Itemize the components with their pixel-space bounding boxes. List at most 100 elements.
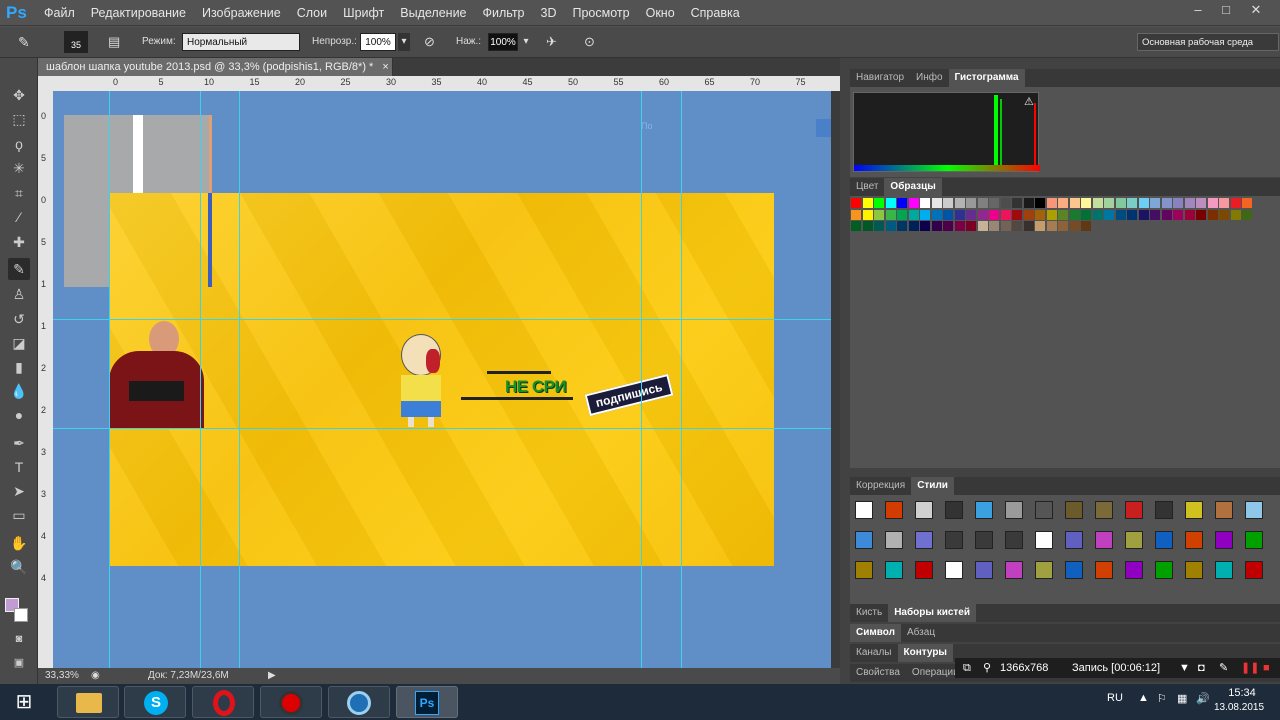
color-swatch[interactable] [1081,209,1091,220]
eraser-tool-icon[interactable]: ◪ [8,332,30,354]
history-brush-tool-icon[interactable]: ↺ [8,308,30,330]
color-swatch[interactable] [966,209,976,220]
guide-horizontal[interactable] [53,428,831,429]
brush-tool-icon-active[interactable]: ✎ [8,258,30,280]
color-swatch[interactable] [874,198,884,208]
tray-arrow-icon[interactable]: ▲ [1138,692,1149,704]
style-preset[interactable] [1035,531,1053,549]
color-swatch[interactable] [1230,209,1241,220]
zoom-tool-icon[interactable]: 🔍 [8,556,30,578]
style-preset[interactable] [885,561,903,579]
color-swatch[interactable] [977,198,988,208]
color-swatch[interactable] [1012,209,1022,220]
color-swatch[interactable] [943,209,953,220]
style-preset[interactable] [915,501,933,519]
volume-icon[interactable]: 🔊 [1196,692,1210,705]
color-swatch[interactable] [1000,221,1011,231]
color-swatch[interactable] [851,198,861,208]
style-preset[interactable] [1185,501,1203,519]
menu-item[interactable]: Фильтр [483,6,525,20]
color-swatch[interactable] [1230,198,1241,208]
color-swatch[interactable] [1150,209,1160,220]
color-swatch[interactable] [1242,198,1252,208]
close-button[interactable]: ✕ [1243,2,1269,18]
style-preset[interactable] [1095,531,1113,549]
color-swatch[interactable] [966,198,976,208]
close-tab-icon[interactable]: × [382,61,388,73]
start-button-icon[interactable]: ⊞ [10,689,38,715]
color-swatch[interactable] [943,198,953,208]
taskbar-media[interactable] [328,686,390,718]
color-swatch[interactable] [1242,209,1252,220]
color-swatch[interactable] [1115,209,1126,220]
color-swatch[interactable] [1207,209,1218,220]
color-swatch[interactable] [1196,198,1206,208]
taskbar-explorer[interactable] [57,686,119,718]
recorder-search-icon[interactable]: ⚲ [983,658,991,678]
recorder-window-icon[interactable]: ⧉ [963,658,971,678]
color-swatch[interactable] [1069,221,1080,231]
menu-item[interactable]: Справка [691,6,740,20]
taskbar-opera[interactable] [192,686,254,718]
color-swatch[interactable] [931,221,942,231]
style-preset[interactable] [1185,561,1203,579]
tab-color[interactable]: Цвет [850,178,884,196]
color-swatch[interactable] [1184,198,1195,208]
restore-button[interactable]: □ [1213,2,1239,18]
pressure-opacity-icon[interactable]: ⊘ [424,33,442,51]
taskbar-recorder[interactable] [260,686,322,718]
eyedropper-tool-icon[interactable]: ⁄ [8,206,30,228]
color-swatch[interactable] [1092,209,1103,220]
style-preset[interactable] [945,501,963,519]
color-swatch[interactable] [1035,209,1045,220]
path-selection-tool-icon[interactable]: ➤ [8,480,30,502]
style-preset[interactable] [1245,531,1263,549]
style-preset[interactable] [1035,501,1053,519]
color-swatch[interactable] [1012,221,1022,231]
color-swatch[interactable] [1000,198,1011,208]
color-swatch[interactable] [1173,209,1183,220]
color-swatch[interactable] [1023,198,1034,208]
style-preset[interactable] [885,531,903,549]
style-preset[interactable] [945,561,963,579]
opacity-dropdown-icon[interactable]: ▾ [398,33,410,51]
color-swatch[interactable] [989,209,999,220]
menu-item[interactable]: Файл [44,6,75,20]
color-swatch[interactable] [1058,221,1068,231]
color-swatch[interactable] [885,221,896,231]
guide-vertical[interactable] [200,91,201,668]
screen-mode-icon[interactable]: ▣ [8,652,30,674]
color-swatch[interactable] [1012,198,1022,208]
tab-character[interactable]: Символ [850,624,901,642]
color-swatch[interactable] [1046,209,1057,220]
color-swatch[interactable] [862,209,873,220]
menu-item[interactable]: Слои [297,6,327,20]
style-preset[interactable] [885,501,903,519]
menu-item[interactable]: Выделение [400,6,466,20]
color-swatch[interactable] [954,221,965,231]
color-swatch[interactable] [1138,198,1149,208]
recorder-stop-icon[interactable]: ■ [1263,658,1270,678]
tab-histogram[interactable]: Гистограмма [948,69,1025,87]
tab-adjustments[interactable]: Коррекция [850,477,911,495]
color-swatch[interactable] [851,221,861,231]
lasso-tool-icon[interactable]: ϙ [8,133,30,155]
dodge-tool-icon[interactable]: ● [8,404,30,426]
color-swatch[interactable] [1184,209,1195,220]
hand-tool-icon[interactable]: ✋ [8,532,30,554]
color-swatch[interactable] [1127,209,1137,220]
marquee-tool-icon[interactable]: ⬚ [8,108,30,130]
style-preset[interactable] [1065,531,1083,549]
color-swatch[interactable] [908,198,919,208]
color-swatch[interactable] [1196,209,1206,220]
style-preset[interactable] [1095,501,1113,519]
style-preset[interactable] [1215,531,1233,549]
recorder-camera-icon[interactable]: ◘ [1198,658,1205,678]
clock-time[interactable]: 15:34 [1222,687,1262,699]
minimize-button[interactable]: – [1185,2,1211,18]
color-swatch[interactable] [1150,198,1160,208]
healing-tool-icon[interactable]: ✚ [8,231,30,253]
style-preset[interactable] [1035,561,1053,579]
style-preset[interactable] [855,531,873,549]
menu-item[interactable]: Просмотр [573,6,630,20]
